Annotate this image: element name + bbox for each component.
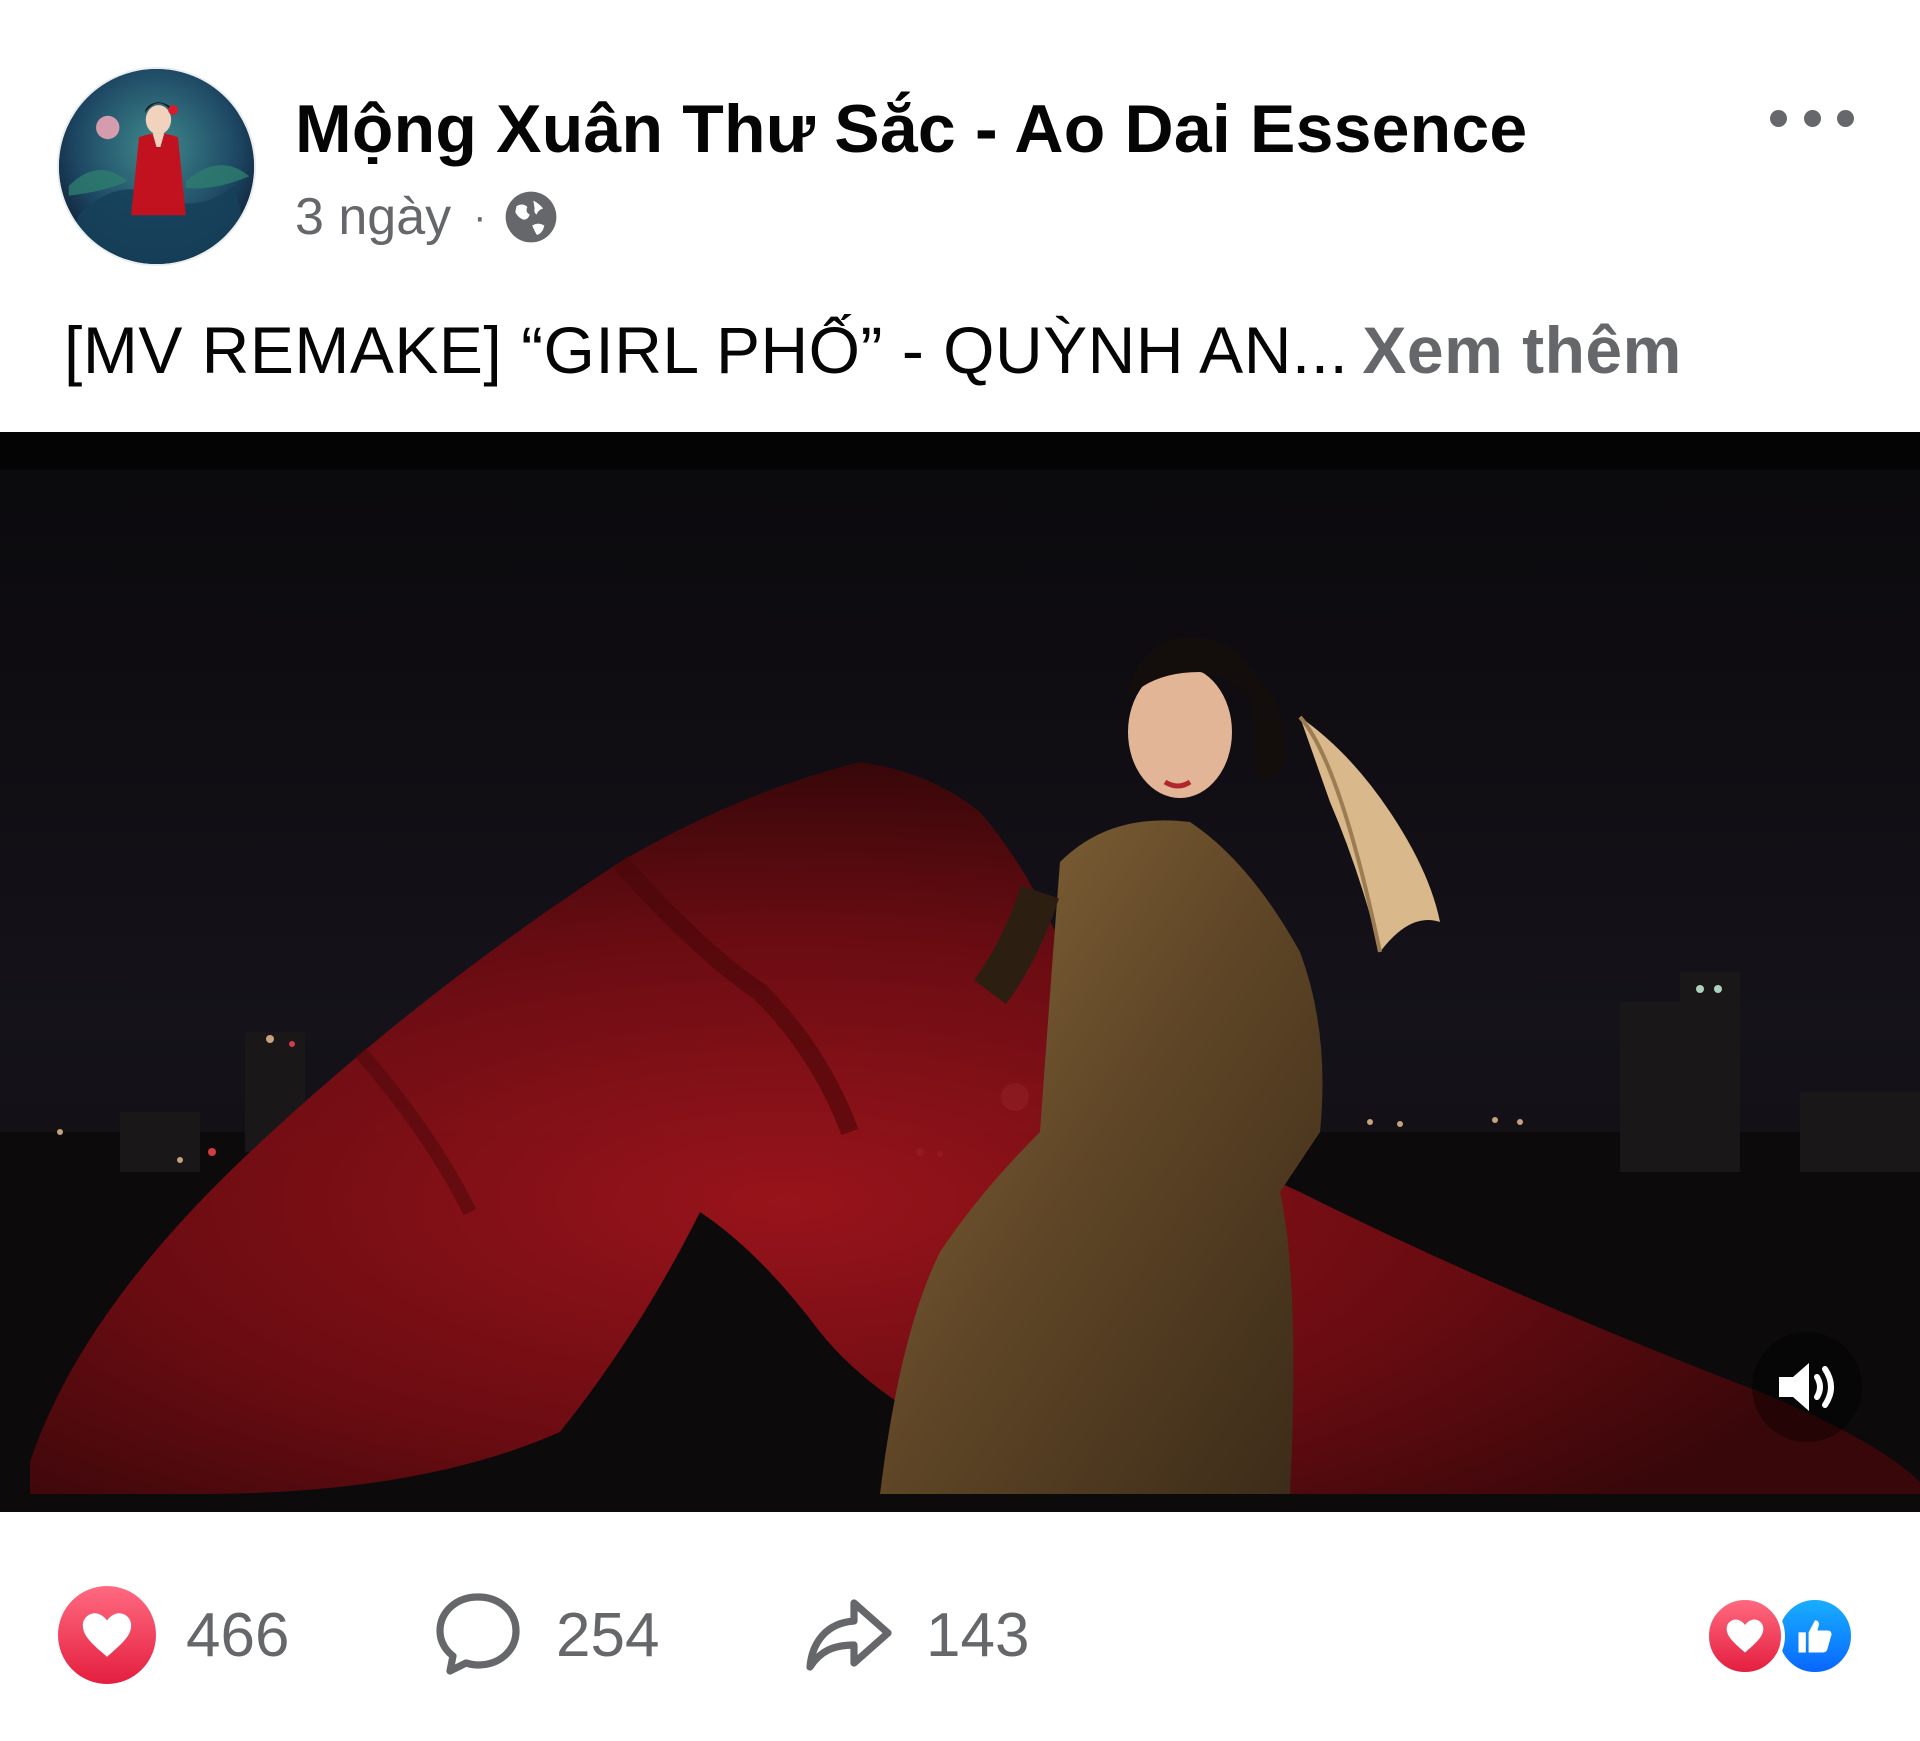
love-reaction-icon [1705, 1596, 1785, 1676]
caption-text: [MV REMAKE] “GIRL PHỐ” - QUỲNH AN... [64, 313, 1349, 387]
share-icon [806, 1599, 892, 1671]
thumbs-up-icon [1798, 1620, 1832, 1653]
more-dot-icon [1803, 109, 1821, 127]
react-button[interactable]: 466 [58, 1580, 289, 1690]
reaction-summary[interactable] [1705, 1596, 1865, 1676]
like-reaction-icon [1775, 1596, 1855, 1676]
heart-icon [1726, 1619, 1764, 1653]
love-reaction-icon [58, 1586, 156, 1684]
post-time[interactable]: 3 ngày [295, 187, 451, 247]
page-name[interactable]: Mộng Xuân Thư Sắc - Ao Dai Essence [295, 90, 1527, 168]
post-header: Mộng Xuân Thư Sắc - Ao Dai Essence 3 ngà… [0, 0, 1920, 290]
more-dot-icon [1837, 109, 1854, 127]
video-player[interactable] [0, 432, 1920, 1512]
globe-icon [506, 191, 557, 243]
comment-count: 254 [556, 1600, 660, 1670]
comment-button[interactable]: 254 [430, 1580, 659, 1690]
reaction-count: 466 [186, 1600, 290, 1670]
comment-icon [436, 1593, 520, 1675]
see-more-link[interactable]: Xem thêm [1362, 313, 1681, 387]
more-dot-icon [1770, 109, 1787, 127]
avatar-illustration [59, 69, 254, 264]
meta-separator: · [473, 194, 487, 239]
share-count: 143 [926, 1600, 1030, 1670]
page-avatar[interactable] [59, 69, 254, 264]
post-caption: [MV REMAKE] “GIRL PHỐ” - QUỲNH AN... Xem … [64, 312, 1854, 388]
video-frame [0, 432, 1920, 1512]
post-meta: 3 ngày · [295, 186, 560, 248]
speaker-icon [1779, 1363, 1834, 1411]
share-button[interactable]: 143 [800, 1580, 1029, 1690]
sound-toggle-button[interactable] [1752, 1332, 1862, 1442]
more-options-button[interactable] [1770, 96, 1854, 140]
heart-icon [82, 1613, 132, 1657]
